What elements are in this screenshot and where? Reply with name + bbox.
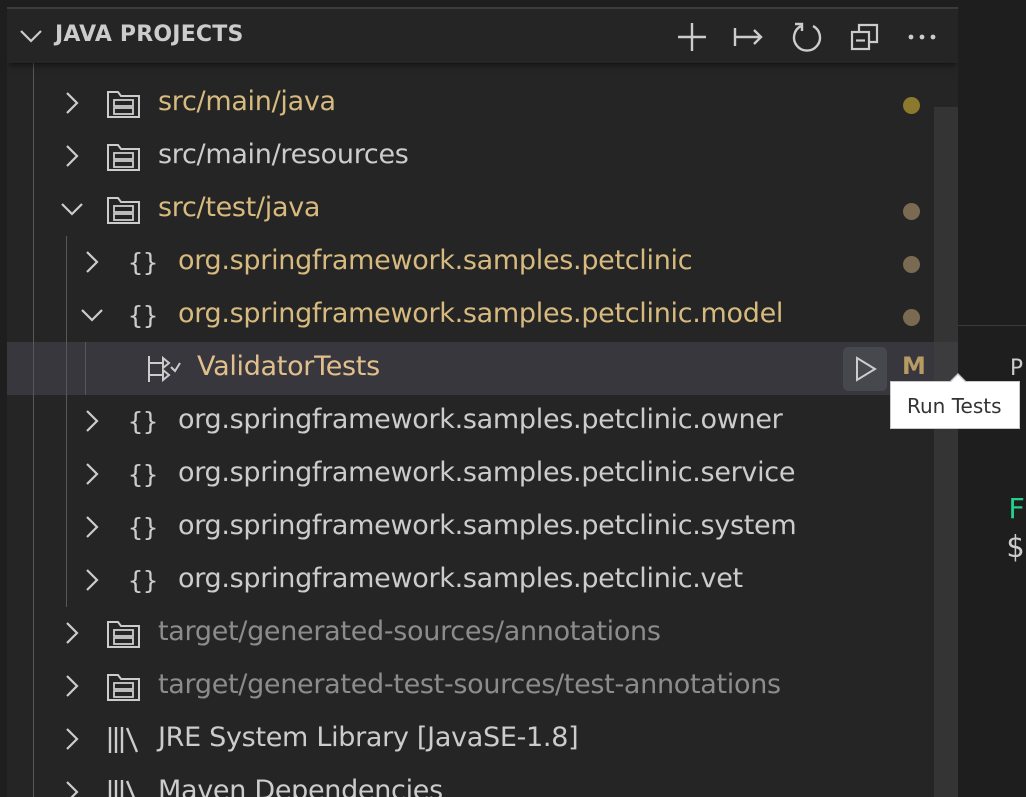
run-tests-tooltip: Run Tests: [890, 373, 1020, 429]
chevron-right-icon[interactable]: [79, 514, 105, 540]
test-class-icon: [145, 353, 181, 385]
package-icon: {}: [126, 300, 162, 332]
chevron-right-icon[interactable]: [59, 620, 85, 646]
chevron-right-icon[interactable]: [79, 249, 105, 275]
svg-text:{}: {}: [128, 407, 158, 436]
tree-item-label: ValidatorTests: [197, 351, 380, 382]
package-icon: {}: [126, 512, 162, 544]
chevron-right-icon[interactable]: [59, 726, 85, 752]
tree-item-label: target/generated-sources/annotations: [158, 616, 661, 647]
tree-item-label: target/generated-test-sources/test-annot…: [158, 669, 781, 700]
tree-item[interactable]: {} org.springframework.samples.petclinic.…: [7, 554, 958, 607]
tooltip-text: Run Tests: [907, 394, 1002, 418]
library-icon: [106, 777, 142, 797]
tree-item-label: org.springframework.samples.petclinic.se…: [178, 457, 796, 488]
tree-item-label: JRE System Library [JavaSE-1.8]: [158, 722, 579, 753]
indent-guide: [33, 51, 34, 797]
problem-dot-decoration: [903, 203, 920, 220]
chevron-right-icon[interactable]: [79, 408, 105, 434]
package-folder-icon: [106, 141, 142, 173]
tree-item[interactable]: JRE System Library [JavaSE-1.8]: [7, 713, 958, 766]
tree-item[interactable]: src/main/resources: [7, 130, 958, 183]
tree-item-label: src/main/java: [158, 86, 336, 117]
run-tests-button[interactable]: [843, 347, 887, 391]
terminal-prompt: $: [1006, 530, 1025, 565]
tree-item-label: src/test/java: [158, 192, 321, 223]
chevron-right-icon[interactable]: [59, 673, 85, 699]
tree-item[interactable]: src/test/java: [7, 183, 958, 236]
problem-dot-decoration: [903, 97, 920, 114]
tree-item-label: org.springframework.samples.petclinic.ve…: [178, 563, 743, 594]
chevron-right-icon[interactable]: [59, 779, 85, 797]
chevron-down-icon[interactable]: [59, 196, 85, 222]
tree-item-selected[interactable]: ValidatorTests M: [7, 342, 958, 395]
library-icon: [106, 724, 142, 756]
tree-item[interactable]: {} org.springframework.samples.petclinic.…: [7, 395, 958, 448]
indent-guide: [66, 236, 67, 607]
tree-item[interactable]: target/generated-test-sources/test-annot…: [7, 660, 958, 713]
problem-dot-decoration: [903, 256, 920, 273]
project-tree: src/main/java src/main/resources src/test/…: [7, 51, 958, 797]
package-folder-icon: [106, 88, 142, 120]
package-icon: {}: [126, 459, 162, 491]
tree-item[interactable]: {} org.springframework.samples.petclinic.…: [7, 501, 958, 554]
chevron-right-icon[interactable]: [59, 143, 85, 169]
view-header[interactable]: JAVA PROJECTS: [7, 9, 958, 63]
view-title: JAVA PROJECTS: [55, 22, 244, 47]
package-icon: {}: [126, 565, 162, 597]
tree-item[interactable]: Maven Dependencies: [7, 766, 958, 797]
collapse-all-icon[interactable]: [848, 20, 882, 54]
indent-guide: [85, 342, 86, 395]
chevron-down-icon[interactable]: [79, 302, 105, 328]
tree-item-label: org.springframework.samples.petclinic: [178, 245, 693, 276]
tree-item-label: Maven Dependencies: [158, 775, 443, 797]
package-folder-icon: [106, 671, 142, 703]
tree-item[interactable]: {} org.springframework.samples.petclinic: [7, 236, 958, 289]
panel-divider: [958, 325, 1026, 326]
tree-item[interactable]: {} org.springframework.samples.petclinic.…: [7, 448, 958, 501]
svg-text:{}: {}: [128, 566, 158, 595]
new-icon[interactable]: [675, 20, 709, 54]
svg-text:{}: {}: [128, 301, 158, 330]
tree-item-label: org.springframework.samples.petclinic.ow…: [178, 404, 783, 435]
package-folder-icon: [106, 618, 142, 650]
svg-text:{}: {}: [128, 460, 158, 489]
package-icon: {}: [126, 406, 162, 438]
link-icon[interactable]: [732, 20, 766, 54]
chevron-down-icon[interactable]: [18, 23, 44, 49]
tree-item[interactable]: target/generated-sources/annotations: [7, 607, 958, 660]
problem-dot-decoration: [903, 309, 920, 326]
tree-item[interactable]: src/main/java: [7, 77, 958, 130]
scrollbar[interactable]: [934, 107, 958, 797]
tree-item-label: src/main/resources: [158, 139, 409, 170]
chevron-right-icon[interactable]: [79, 461, 105, 487]
package-icon: {}: [126, 247, 162, 279]
terminal-line-1: F: [1008, 492, 1025, 525]
svg-text:{}: {}: [128, 248, 158, 277]
chevron-right-icon[interactable]: [59, 90, 85, 116]
package-folder-icon: [106, 194, 142, 226]
more-icon[interactable]: [905, 20, 939, 54]
java-projects-view: JAVA PROJECTS src/main/java src/main/reso…: [7, 7, 958, 797]
refresh-icon[interactable]: [790, 20, 824, 54]
git-modified-badge: M: [902, 352, 926, 380]
svg-text:{}: {}: [128, 513, 158, 542]
tree-item-label: org.springframework.samples.petclinic.mo…: [178, 298, 784, 329]
tree-item-label: org.springframework.samples.petclinic.sy…: [178, 510, 797, 541]
panel-title-fragment: P: [1010, 356, 1024, 381]
tree-item[interactable]: {} org.springframework.samples.petclinic.…: [7, 289, 958, 342]
chevron-right-icon[interactable]: [79, 567, 105, 593]
